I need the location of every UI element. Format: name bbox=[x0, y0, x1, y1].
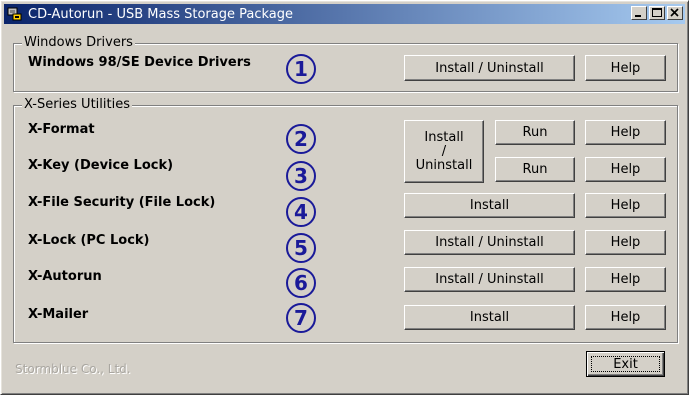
x-key-run-button[interactable]: Run bbox=[495, 157, 575, 182]
xseries-utilities-group-label: X-Series Utilities bbox=[22, 97, 132, 112]
x-autorun-label: X-Autorun bbox=[28, 269, 102, 284]
x-file-security-help-button[interactable]: Help bbox=[585, 193, 666, 218]
exit-button-label: Exit bbox=[613, 356, 638, 372]
x-key-help-button[interactable]: Help bbox=[585, 157, 666, 182]
x-format-run-button[interactable]: Run bbox=[495, 120, 575, 145]
exit-button[interactable]: Exit bbox=[586, 351, 665, 377]
step-number-5: 5 bbox=[286, 233, 316, 263]
cd-autorun-window: CD-Autorun - USB Mass Storage Package Wi… bbox=[0, 0, 689, 395]
x-autorun-install-uninstall-button[interactable]: Install / Uninstall bbox=[404, 267, 575, 292]
maximize-button[interactable] bbox=[649, 6, 665, 20]
windows-98se-drivers-label: Windows 98/SE Device Drivers bbox=[28, 55, 251, 70]
minimize-icon bbox=[635, 15, 641, 17]
x-autorun-help-button[interactable]: Help bbox=[585, 267, 666, 292]
step-number-7: 7 bbox=[286, 303, 316, 333]
maximize-icon bbox=[652, 8, 662, 17]
close-button[interactable] bbox=[667, 6, 683, 20]
windows-drivers-help-button[interactable]: Help bbox=[585, 55, 666, 81]
x-format-x-key-install-uninstall-button[interactable]: Install / Uninstall bbox=[404, 120, 484, 183]
x-lock-install-uninstall-button[interactable]: Install / Uninstall bbox=[404, 230, 575, 255]
x-lock-label: X-Lock (PC Lock) bbox=[28, 233, 150, 248]
step-number-4: 4 bbox=[286, 197, 316, 227]
step-number-1: 1 bbox=[286, 54, 316, 84]
minimize-button[interactable] bbox=[631, 6, 647, 20]
step-number-3: 3 bbox=[286, 161, 316, 191]
windows-drivers-group-label: Windows Drivers bbox=[22, 35, 135, 50]
close-icon bbox=[670, 8, 679, 17]
x-mailer-help-button[interactable]: Help bbox=[585, 305, 666, 330]
step-number-6: 6 bbox=[286, 268, 316, 298]
title-bar[interactable]: CD-Autorun - USB Mass Storage Package bbox=[4, 4, 685, 24]
x-format-label: X-Format bbox=[28, 122, 95, 137]
step-number-2: 2 bbox=[286, 124, 316, 154]
x-format-help-button[interactable]: Help bbox=[585, 120, 666, 145]
x-mailer-install-button[interactable]: Install bbox=[404, 305, 575, 330]
company-name: Stormblue Co., Ltd. bbox=[15, 362, 131, 376]
usb-package-icon bbox=[7, 6, 23, 22]
windows-drivers-install-uninstall-button[interactable]: Install / Uninstall bbox=[404, 55, 575, 81]
x-mailer-label: X-Mailer bbox=[28, 307, 89, 322]
x-lock-help-button[interactable]: Help bbox=[585, 230, 666, 255]
x-key-label: X-Key (Device Lock) bbox=[28, 158, 174, 173]
x-file-security-label: X-File Security (File Lock) bbox=[28, 195, 216, 210]
xseries-utilities-group: X-Series Utilities bbox=[13, 97, 678, 343]
window-title: CD-Autorun - USB Mass Storage Package bbox=[28, 6, 294, 22]
x-file-security-install-button[interactable]: Install bbox=[404, 193, 575, 218]
